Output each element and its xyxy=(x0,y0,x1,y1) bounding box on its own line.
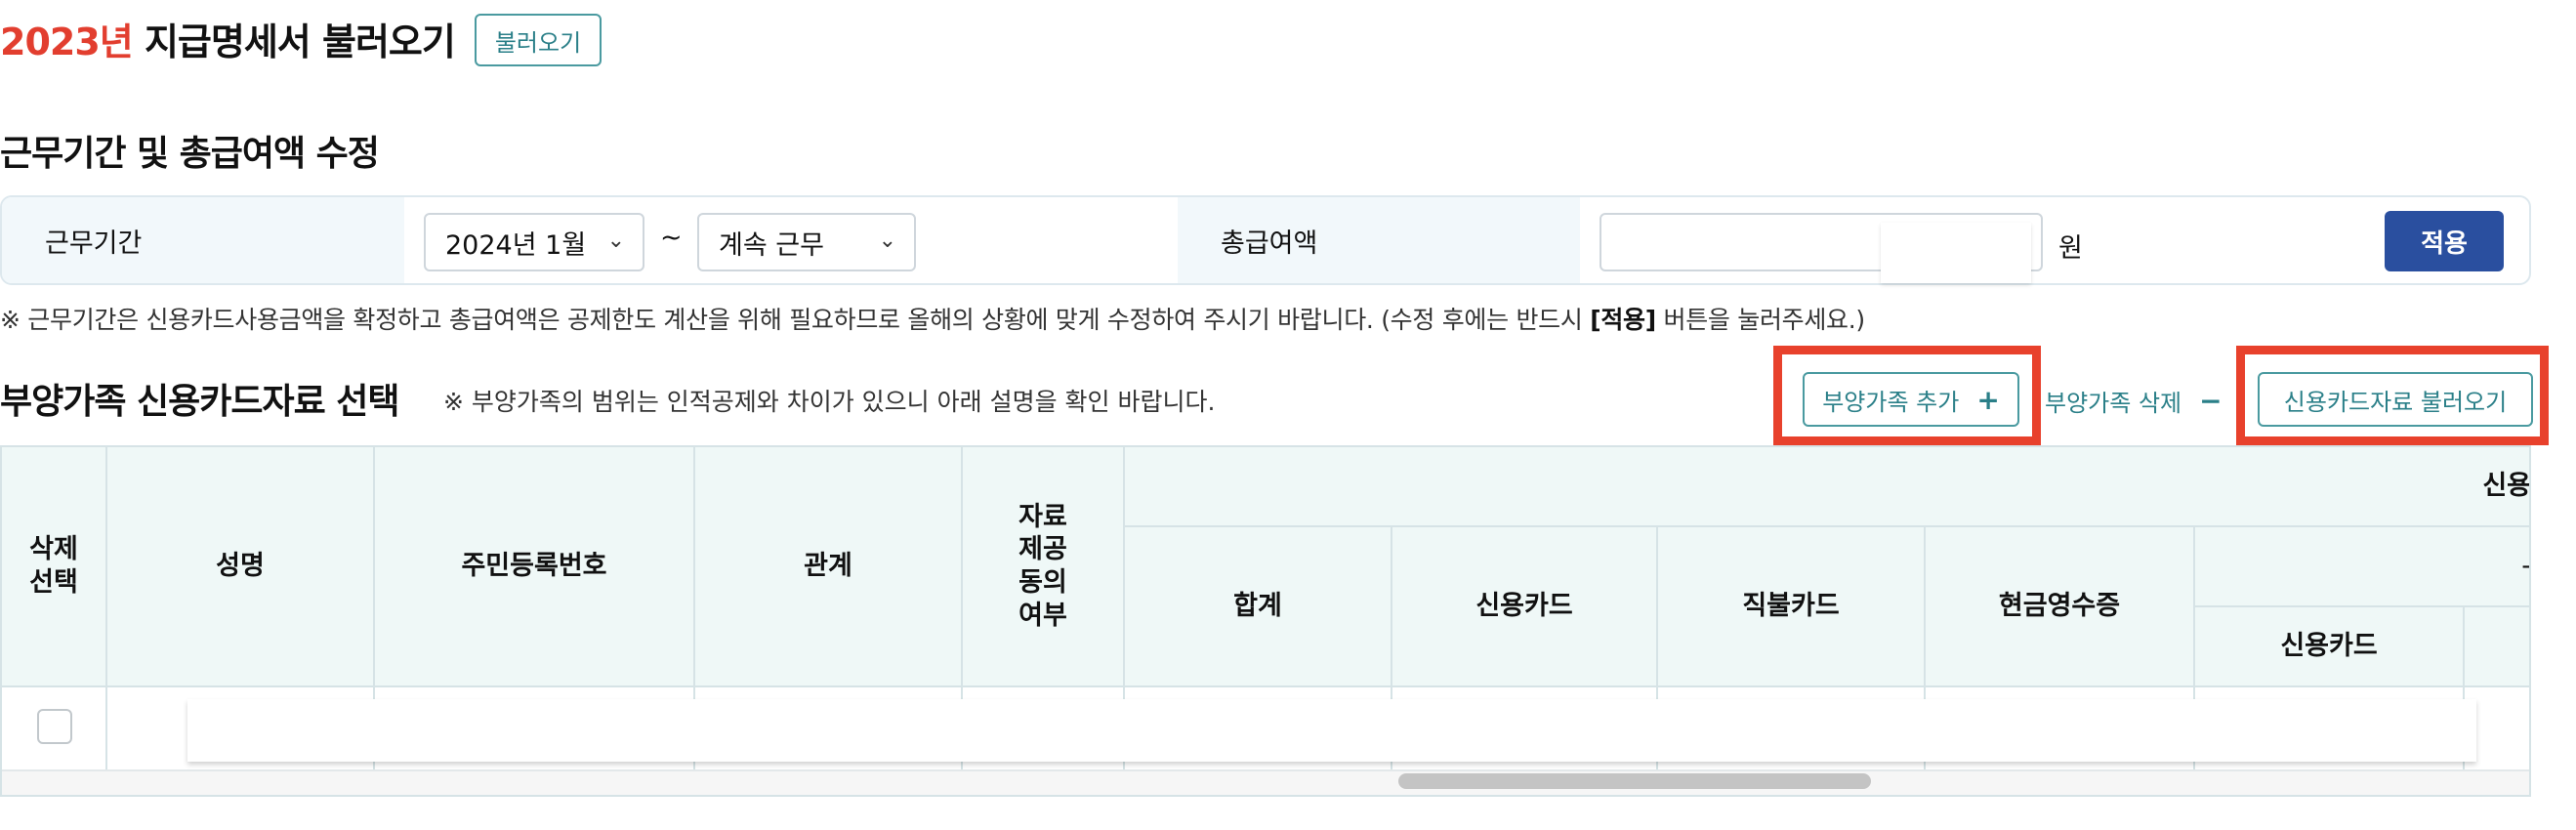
notice-bold-apply: [적용] xyxy=(1590,306,1656,334)
col-subgroup-header: - xyxy=(2195,527,2531,607)
dependents-table: 삭제 선택 성명 주민등록번호 관계 자료 제공 동의 여부 신용 합계 신용카… xyxy=(0,445,2531,797)
col-header-total: 합계 xyxy=(1125,527,1392,687)
col-group-header: 신용 xyxy=(1125,447,2531,527)
col-header-credit-card: 신용카드 xyxy=(1392,527,1658,687)
delete-dependent-button[interactable]: 부양가족 삭제 − xyxy=(2045,375,2230,426)
col-header-consent: 자료 제공 동의 여부 xyxy=(963,447,1125,687)
period-section-title: 근무기간 및 총급여액 수정 xyxy=(0,134,380,174)
end-period-value: 계속 근무 xyxy=(719,229,824,261)
input-overlay-popup xyxy=(1881,223,2031,283)
row-overlay-popup xyxy=(187,699,2476,762)
chevron-down-icon: ⌄ xyxy=(878,228,896,253)
period-form: 근무기간 2024년 1월 ⌄ ~ 계속 근무 ⌄ 총급여액 원 적용 xyxy=(0,195,2531,285)
horizontal-scrollbar[interactable] xyxy=(2,769,2529,795)
notice-text-part: ※ 근무기간은 신용카드사용금액을 확정하고 총급여액은 공제한도 계산을 위해… xyxy=(0,306,1591,334)
chevron-down-icon: ⌄ xyxy=(606,228,625,253)
col-header-sub-next xyxy=(2465,607,2529,687)
col-subgroup-label: - xyxy=(2521,551,2531,582)
end-period-select[interactable]: 계속 근무 ⌄ xyxy=(697,213,916,271)
currency-unit-label: 원 xyxy=(2058,233,2083,264)
add-dependent-button[interactable]: 부양가족 추가 + xyxy=(1803,372,2019,427)
scrollbar-thumb[interactable] xyxy=(1398,773,1871,789)
col-header-name: 성명 xyxy=(107,447,375,687)
col-header-rrn: 주민등록번호 xyxy=(375,447,695,687)
load-credit-card-data-button[interactable]: 신용카드자료 불러오기 xyxy=(2258,372,2533,427)
col-header-delete: 삭제 선택 xyxy=(2,447,107,687)
add-dependent-label: 부양가족 추가 xyxy=(1822,388,1960,416)
total-salary-label: 총급여액 xyxy=(1178,197,1580,283)
col-header-cash-receipt: 현금영수증 xyxy=(1926,527,2195,687)
period-label: 근무기간 xyxy=(2,197,404,283)
dependents-section-title: 부양가족 신용카드자료 선택 xyxy=(0,382,400,422)
plus-icon: + xyxy=(1976,383,2000,416)
year-text: 2023년 xyxy=(0,21,134,63)
col-header-relation: 관계 xyxy=(695,447,963,687)
delete-dependent-label: 부양가족 삭제 xyxy=(2045,389,2182,417)
apply-button[interactable]: 적용 xyxy=(2385,211,2504,271)
page-title: 2023년 지급명세서 불러오기 xyxy=(0,12,456,65)
notice-text-end: 버튼을 눌러주세요.) xyxy=(1655,306,1866,334)
col-header-debit-card: 직불카드 xyxy=(1658,527,1926,687)
minus-icon: − xyxy=(2199,384,2223,417)
load-statement-button[interactable]: 불러오기 xyxy=(475,14,602,66)
range-separator: ~ xyxy=(660,223,683,253)
delete-select-checkbox[interactable] xyxy=(37,709,72,744)
dependents-note: ※ 부양가족의 범위는 인적공제와 차이가 있으니 아래 설명을 확인 바랍니다… xyxy=(443,388,1216,416)
col-group-label: 신용 xyxy=(2482,471,2531,502)
col-header-sub-credit-card: 신용카드 xyxy=(2195,607,2465,687)
period-notice: ※ 근무기간은 신용카드사용금액을 확정하고 총급여액은 공제한도 계산을 위해… xyxy=(0,301,1865,336)
page-title-text: 지급명세서 불러오기 xyxy=(132,21,456,63)
start-month-select[interactable]: 2024년 1월 ⌄ xyxy=(424,213,644,271)
start-month-value: 2024년 1월 xyxy=(445,229,587,261)
